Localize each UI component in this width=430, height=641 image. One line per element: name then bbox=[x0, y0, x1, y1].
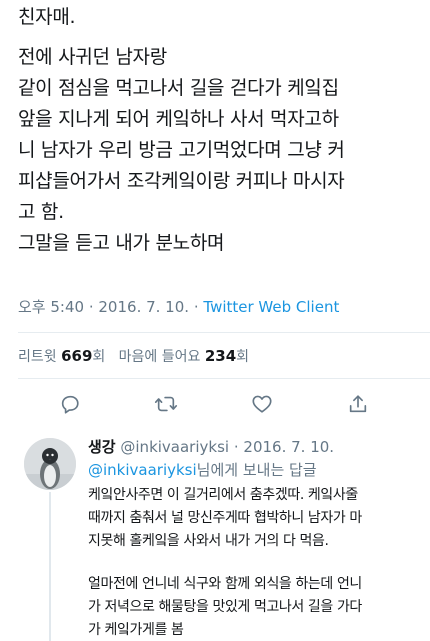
tweet-line: 피샵들어가서 조각케잌이랑 커피나 마시자 bbox=[18, 170, 345, 192]
tweet-meta: 오후 5:40 · 2016. 7. 10. · Twitter Web Cli… bbox=[18, 298, 340, 316]
share-button[interactable] bbox=[344, 390, 372, 418]
likes-unit: 회 bbox=[236, 349, 250, 365]
likes-label: 마음에 들어요 bbox=[118, 349, 201, 365]
reply-date[interactable]: 2016. 7. 10. bbox=[243, 438, 334, 456]
tweet-line: 친자매. bbox=[18, 6, 76, 28]
tweet-line: 전에 사귀던 남자랑 bbox=[18, 46, 167, 68]
reply-author-name[interactable]: 생강 bbox=[88, 438, 116, 456]
tweet-line: 그말을 듣고 내가 분노하며 bbox=[18, 232, 225, 254]
reply-text: 케잌안사주면 이 길거리에서 춤추겠따. 케잌사줄 때까지 춤춰서 널 망신주게… bbox=[88, 484, 426, 641]
reply-line: 때까지 춤춰서 널 망신주게따 협박하니 남자가 마 bbox=[88, 510, 362, 526]
reply-tweet[interactable]: 생강 @inkivaariyksi · 2016. 7. 10. @inkiva… bbox=[0, 426, 430, 641]
share-icon bbox=[349, 395, 367, 413]
reply-icon bbox=[61, 395, 79, 414]
reply-to-mention[interactable]: @inkivaariyksi bbox=[88, 461, 197, 479]
reply-line: 얼마전에 언니네 식구와 함께 외식을 하는데 언니 bbox=[88, 576, 362, 592]
likes-count: 234 bbox=[204, 347, 237, 365]
meta-separator: · bbox=[193, 298, 199, 316]
tweet-client-link[interactable]: Twitter Web Client bbox=[203, 298, 339, 316]
reply-header: 생강 @inkivaariyksi · 2016. 7. 10. bbox=[88, 436, 334, 457]
retweet-button[interactable] bbox=[152, 390, 180, 418]
avatar[interactable] bbox=[24, 438, 76, 490]
tweet-text: 친자매. 전에 사귀던 남자랑 같이 점심을 먹고나서 길을 걷다가 케잌집 앞… bbox=[18, 0, 418, 259]
divider bbox=[18, 378, 430, 379]
like-button[interactable] bbox=[248, 390, 276, 418]
reply-to-suffix: 님에게 보내는 답글 bbox=[196, 461, 317, 479]
tweet-actions bbox=[0, 390, 430, 418]
thread-line bbox=[49, 492, 51, 641]
tweet-stats: 리트윗 669회 마음에 들어요 234회 bbox=[18, 346, 249, 366]
retweets-unit: 회 bbox=[92, 349, 106, 365]
tweet-line: 니 남자가 우리 방금 고기먹었다며 그냥 커 bbox=[18, 139, 345, 161]
retweet-icon bbox=[154, 396, 178, 412]
tweet-date[interactable]: 2016. 7. 10. bbox=[98, 298, 189, 316]
retweets-label: 리트윗 bbox=[18, 349, 57, 365]
tweet-line: 같이 점심을 먹고나서 길을 걷다가 케잌집 bbox=[18, 77, 339, 99]
reply-author-handle[interactable]: @inkivaariyksi bbox=[120, 438, 229, 456]
divider bbox=[18, 332, 430, 333]
retweets-count: 669 bbox=[61, 347, 93, 365]
reply-dot: · bbox=[233, 438, 239, 456]
tweet-detail-screen: 친자매. 전에 사귀던 남자랑 같이 점심을 먹고나서 길을 걷다가 케잌집 앞… bbox=[0, 0, 430, 641]
tweet-time[interactable]: 오후 5:40 bbox=[18, 298, 84, 316]
reply-line: 케잌안사주면 이 길거리에서 춤추겠따. 케잌사줄 bbox=[88, 487, 358, 503]
penguin-avatar-image bbox=[24, 438, 76, 490]
reply-line: 가 저녁으로 해물탕을 맛있게 먹고나서 길을 가다 bbox=[88, 599, 362, 615]
tweet-line: 고 함. bbox=[18, 201, 64, 223]
tweet-line: 앞을 지나게 되어 케잌하나 사서 먹자고하 bbox=[18, 108, 339, 130]
retweets-stat[interactable]: 리트윗 669회 bbox=[18, 347, 110, 365]
heart-icon bbox=[252, 395, 272, 413]
reply-line: 가 케잌가게를 봄 bbox=[88, 622, 184, 638]
reply-line: 지못해 홀케잌을 사와서 내가 거의 다 먹음. bbox=[88, 533, 329, 549]
replying-to: @inkivaariyksi님에게 보내는 답글 bbox=[88, 459, 317, 480]
reply-button[interactable] bbox=[56, 390, 84, 418]
likes-stat[interactable]: 마음에 들어요 234회 bbox=[118, 347, 250, 365]
